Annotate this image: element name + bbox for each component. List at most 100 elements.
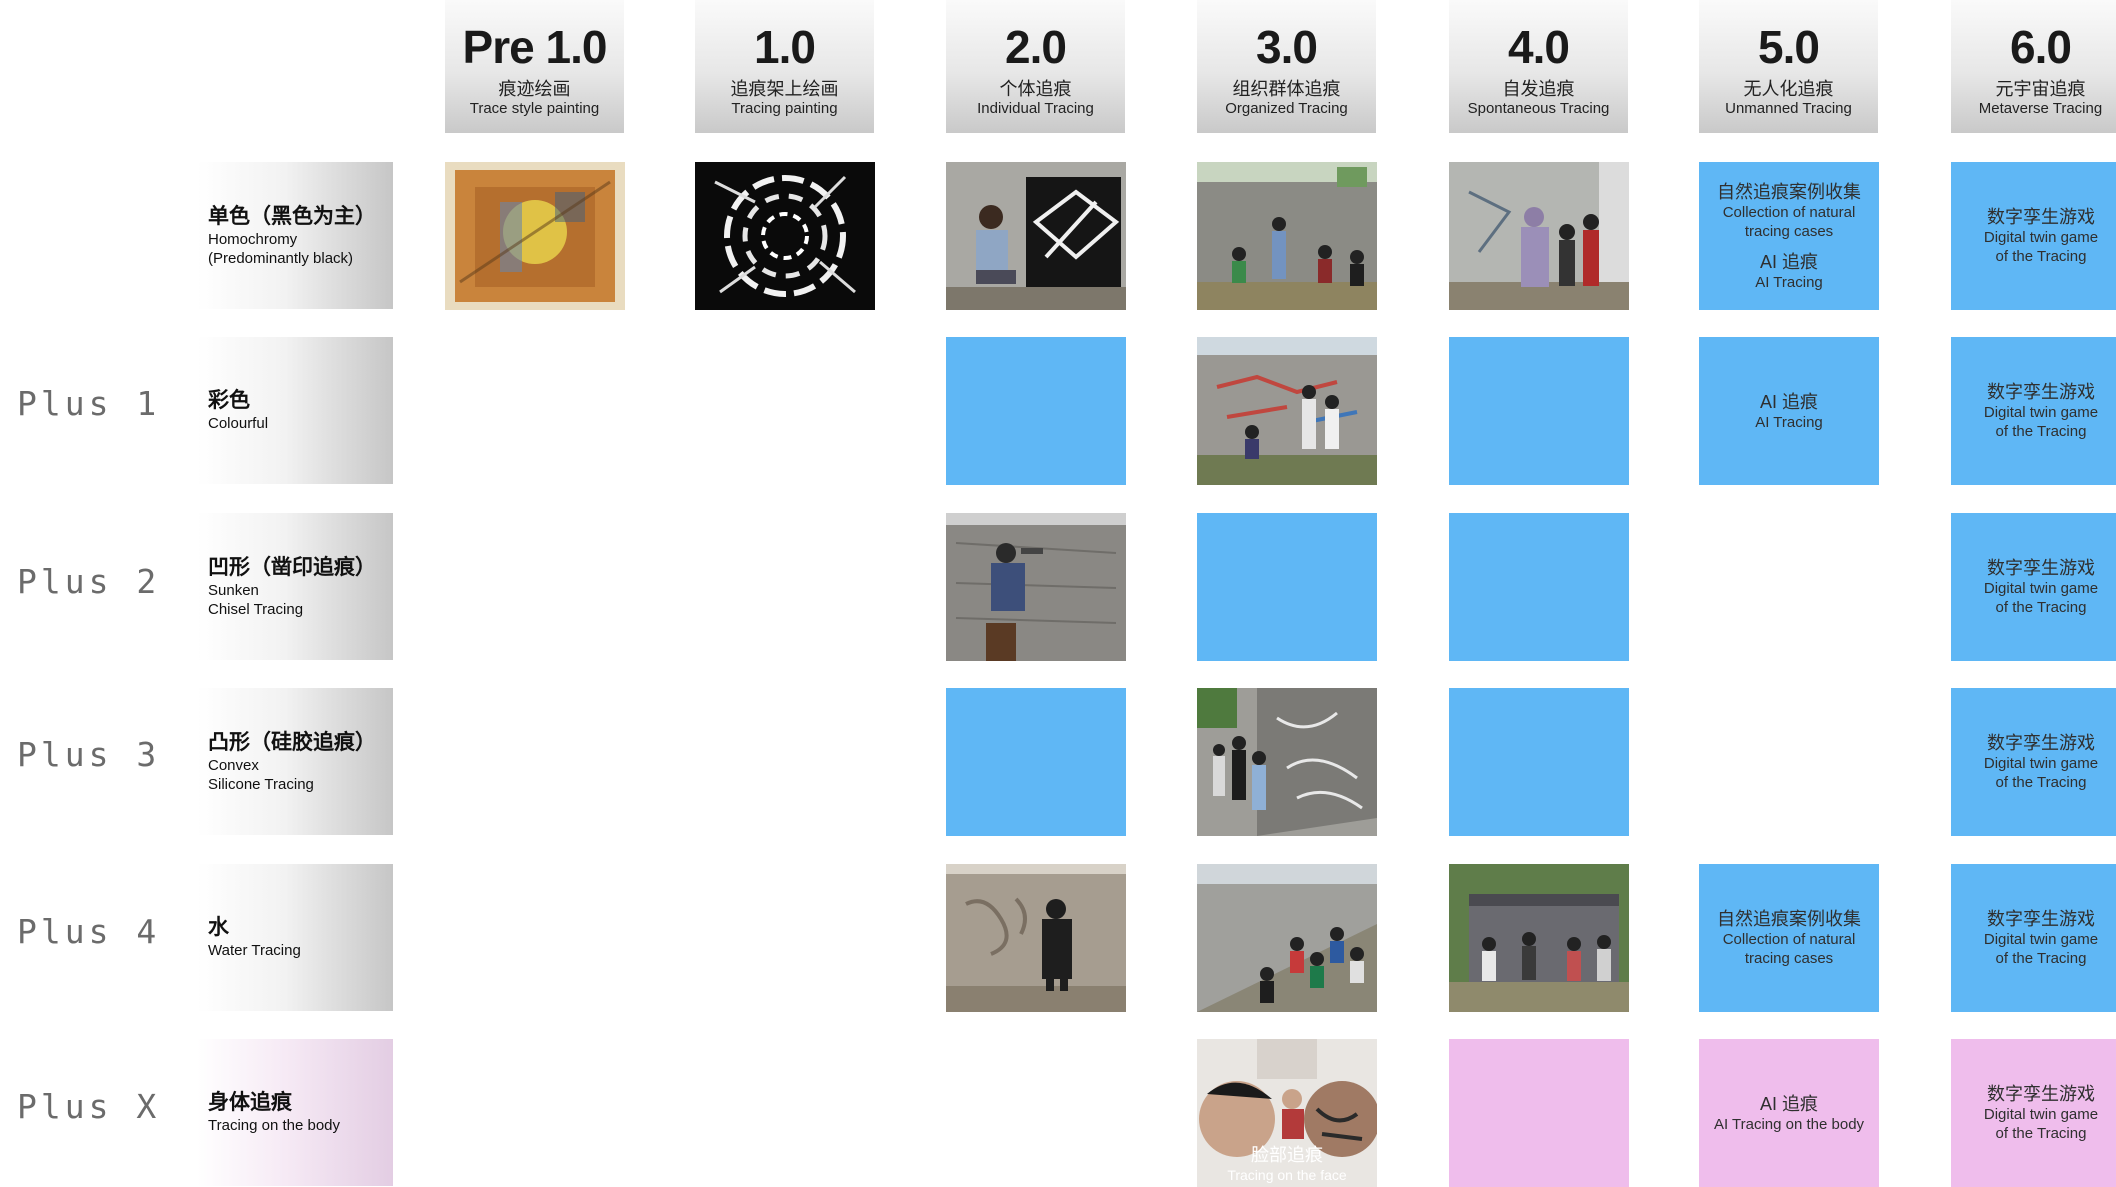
cell-title-zh: 数字孪生游戏 xyxy=(1987,909,2095,929)
cell-text-en: Digital twin game xyxy=(1983,1106,2099,1123)
plus-label-2: Plus 2 xyxy=(17,562,161,601)
cell-text-en: AI Tracing on the body xyxy=(1713,1115,1865,1133)
cell-title-zh: 数字孪生游戏 xyxy=(1987,733,2095,753)
spontaneous-chisel-cell xyxy=(1449,513,1629,661)
caption-zh: 脸部追痕 xyxy=(1251,1145,1323,1165)
cell-text-en-2: of the Tracing xyxy=(1995,599,2087,616)
cell-title-zh: 数字孪生游戏 xyxy=(1987,207,2095,227)
trace-painting-image xyxy=(445,162,625,310)
row-title-en: Homochromy xyxy=(208,230,298,248)
metaverse-homochromy-cell: 数字孪生游戏 Digital twin game of the Tracing xyxy=(1951,162,2116,310)
tracing-painting-image xyxy=(695,162,875,310)
individual-water-photo xyxy=(946,864,1126,1012)
row-header-water: 水 Water Tracing xyxy=(197,864,393,1011)
plus-label-x: Plus X xyxy=(17,1087,161,1126)
column-title-zh: 元宇宙追痕 xyxy=(1995,79,2086,99)
column-title-en: Tracing painting xyxy=(731,100,838,117)
cell-title-zh: 自然追痕案例收集 xyxy=(1717,909,1861,929)
version-label: 4.0 xyxy=(1508,21,1570,73)
column-title-zh: 自发追痕 xyxy=(1502,79,1575,99)
column-title-en: Trace style painting xyxy=(469,100,600,117)
row-header-convex: 凸形（硅胶追痕） Convex Silicone Tracing xyxy=(197,688,393,835)
metaverse-colourful-cell: 数字孪生游戏 Digital twin game of the Tracing xyxy=(1951,337,2116,485)
cell-text-en-2: of the Tracing xyxy=(1995,423,2087,440)
cell-text-en: AI Tracing xyxy=(1755,413,1823,431)
cell-text-en: Collection of natural xyxy=(1722,931,1856,948)
row-title-zh: 彩色 xyxy=(208,389,250,412)
cell-text-en: Collection of natural xyxy=(1722,203,1856,221)
row-title-en: Convex xyxy=(208,756,259,774)
cell-title-zh: 数字孪生游戏 xyxy=(1987,1084,2095,1104)
column-title-en: Metaverse Tracing xyxy=(1978,100,2103,117)
cell-text-en-2: tracing cases xyxy=(1744,950,1834,967)
cell-text-en: Digital twin game xyxy=(1983,229,2099,246)
column-header-3: 3.0 组织群体追痕 Organized Tracing xyxy=(1197,0,1376,133)
row-title-zh: 凹形（凿印追痕） xyxy=(208,555,376,579)
row-title-en-2: Chisel Tracing xyxy=(208,600,304,618)
spontaneous-water-photo xyxy=(1449,864,1629,1012)
individual-tracing-photo xyxy=(946,162,1126,310)
spontaneous-colourful-cell xyxy=(1449,337,1629,485)
unmanned-colourful-cell: AI 追痕 AI Tracing xyxy=(1699,337,1879,485)
organized-colourful-photo xyxy=(1197,337,1377,485)
individual-silicone-cell xyxy=(946,688,1126,836)
metaverse-silicone-cell: 数字孪生游戏 Digital twin game of the Tracing xyxy=(1951,688,2116,836)
individual-chisel-photo xyxy=(946,513,1126,661)
row-title-en: Tracing on the body xyxy=(208,1117,341,1134)
cell-text-en-2: of the Tracing xyxy=(1995,1125,2087,1142)
version-label: 5.0 xyxy=(1758,21,1820,73)
row-header-sunken: 凹形（凿印追痕） Sunken Chisel Tracing xyxy=(197,513,393,660)
individual-colourful-cell xyxy=(946,337,1126,485)
metaverse-body-cell: 数字孪生游戏 Digital twin game of the Tracing xyxy=(1951,1039,2116,1187)
unmanned-water-cell: 自然追痕案例收集 Collection of natural tracing c… xyxy=(1699,864,1879,1012)
caption-en: Tracing on the face xyxy=(1227,1167,1347,1183)
column-title-zh: 个体追痕 xyxy=(999,79,1072,99)
cell-text-en: Digital twin game xyxy=(1983,580,2099,597)
cell-text-en: Digital twin game xyxy=(1983,404,2099,421)
cell-title-zh: 数字孪生游戏 xyxy=(1987,558,2095,578)
cell-text-en-3: AI Tracing xyxy=(1755,273,1823,291)
metaverse-water-cell: 数字孪生游戏 Digital twin game of the Tracing xyxy=(1951,864,2116,1012)
organized-water-photo xyxy=(1197,864,1377,1012)
row-title-en: Sunken xyxy=(208,581,259,599)
organized-tracing-photo xyxy=(1197,162,1377,310)
cell-text-en-2: of the Tracing xyxy=(1995,774,2087,791)
spontaneous-silicone-cell xyxy=(1449,688,1629,836)
unmanned-body-cell: AI 追痕 AI Tracing on the body xyxy=(1699,1039,1879,1187)
spontaneous-body-cell xyxy=(1449,1039,1629,1187)
organized-chisel-cell xyxy=(1197,513,1377,661)
column-header-6: 6.0 元宇宙追痕 Metaverse Tracing xyxy=(1951,0,2116,133)
metaverse-chisel-cell: 数字孪生游戏 Digital twin game of the Tracing xyxy=(1951,513,2116,661)
cell-title-zh: 数字孪生游戏 xyxy=(1987,382,2095,402)
row-title-en-2: (Predominantly black) xyxy=(208,249,354,267)
version-label: 3.0 xyxy=(1256,21,1318,73)
cell-text-en: Digital twin game xyxy=(1983,931,2099,948)
column-header-5: 5.0 无人化追痕 Unmanned Tracing xyxy=(1699,0,1878,133)
cell-title-zh-2: AI 追痕 xyxy=(1759,251,1818,272)
version-label: Pre 1.0 xyxy=(462,21,608,73)
row-header-colourful: 彩色 Colourful xyxy=(197,337,393,484)
row-title-zh: 水 xyxy=(208,916,229,939)
cell-title-zh: 自然追痕案例收集 xyxy=(1717,181,1861,202)
unmanned-tracing-homochromy-cell: 自然追痕案例收集 Collection of natural tracing c… xyxy=(1699,162,1879,310)
version-label: 1.0 xyxy=(754,21,816,73)
row-header-homochromy: 单色（黑色为主） Homochromy (Predominantly black… xyxy=(197,162,393,309)
column-title-en: Unmanned Tracing xyxy=(1725,100,1852,117)
column-header-pre1: Pre 1.0 痕迹绘画 Trace style painting xyxy=(445,0,624,133)
column-header-1: 1.0 追痕架上绘画 Tracing painting xyxy=(695,0,874,133)
cell-title-zh: AI 追痕 xyxy=(1759,391,1818,412)
column-title-zh: 组织群体追痕 xyxy=(1232,79,1341,99)
spontaneous-tracing-photo xyxy=(1449,162,1629,310)
plus-label-1: Plus 1 xyxy=(17,384,161,423)
row-title-en: Colourful xyxy=(208,415,269,432)
cell-title-zh: AI 追痕 xyxy=(1759,1093,1818,1114)
column-title-zh: 无人化追痕 xyxy=(1743,79,1834,99)
organized-silicone-photo xyxy=(1197,688,1377,836)
row-header-body: 身体追痕 Tracing on the body xyxy=(197,1039,393,1186)
column-title-en: Organized Tracing xyxy=(1225,100,1348,117)
row-title-en: Water Tracing xyxy=(208,942,301,959)
face-tracing-photo: 脸部追痕 Tracing on the face xyxy=(1197,1039,1377,1187)
cell-text-en: Digital twin game xyxy=(1983,755,2099,772)
row-title-zh: 凸形（硅胶追痕） xyxy=(208,730,376,754)
column-title-en: Individual Tracing xyxy=(977,100,1094,117)
